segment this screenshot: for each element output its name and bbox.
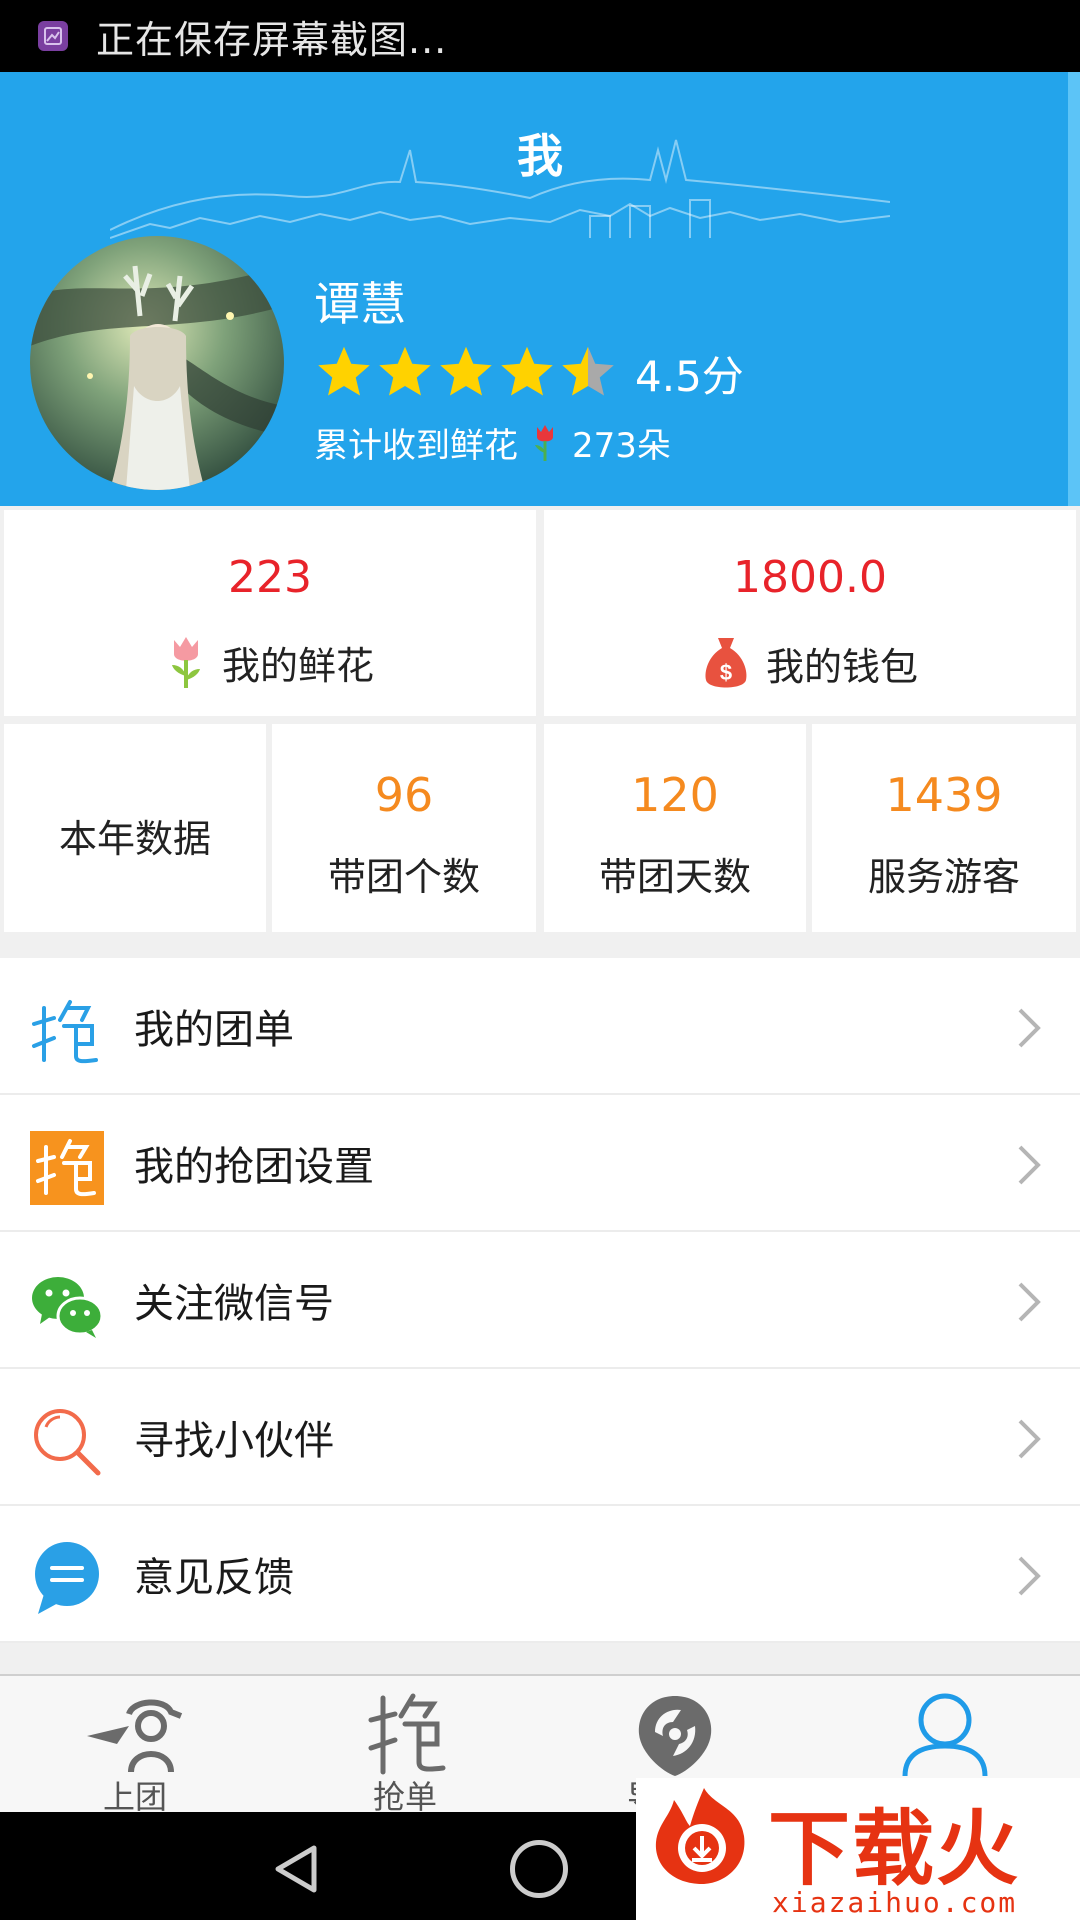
screenshot-icon <box>38 21 68 51</box>
year-data-cell: 本年数据 <box>4 724 266 932</box>
circle-icon <box>638 1696 712 1776</box>
menu-item-follow-wechat[interactable]: 关注微信号 <box>0 1232 1080 1369</box>
my-flowers-card[interactable]: 223 我的鲜花 <box>4 510 536 716</box>
my-flowers-label-row: 我的鲜花 <box>4 634 536 690</box>
menu-item-my-orders[interactable]: 我的团单 <box>0 958 1080 1095</box>
grab-icon <box>30 994 104 1068</box>
rating-score: 4.5分 <box>635 351 744 401</box>
watermark-brand: 下载火 <box>768 1802 1021 1897</box>
star-icon <box>379 346 431 396</box>
tulip-icon <box>535 424 553 461</box>
half-star-icon <box>562 346 614 396</box>
back-icon[interactable] <box>270 1842 324 1896</box>
chevron-right-icon <box>1018 1419 1041 1459</box>
star-icon <box>440 346 492 396</box>
nav-tab-shangtuan[interactable]: 上团 <box>0 1676 270 1816</box>
stat-tourists-served[interactable]: 1439 服务游客 <box>812 724 1076 932</box>
menu-label: 我的团单 <box>134 1006 294 1053</box>
flowers-received-count: 273朵 <box>572 426 671 466</box>
my-wallet-label: 我的钱包 <box>765 644 918 689</box>
menu-item-find-partners[interactable]: 寻找小伙伴 <box>0 1369 1080 1506</box>
status-text: 正在保存屏幕截图... <box>96 17 448 62</box>
stat-value: 1439 <box>885 768 1003 822</box>
watermark-url: xiazaihuo.com <box>772 1886 1018 1919</box>
guide-icon <box>87 1699 183 1773</box>
wechat-icon <box>30 1268 104 1342</box>
flowers-received-label: 累计收到鲜花 <box>314 426 518 466</box>
tulip-icon <box>171 637 200 688</box>
my-flowers-value: 223 <box>228 552 312 603</box>
svg-text:$: $ <box>720 660 732 685</box>
grab-icon <box>368 1693 446 1775</box>
my-flowers-label: 我的鲜花 <box>221 643 374 688</box>
watermark: 下载火 xiazaihuo.com <box>636 1778 1080 1920</box>
flowers-received: 累计收到鲜花 273朵 <box>314 418 671 467</box>
stat-tours-count[interactable]: 96 带团个数 <box>272 724 536 932</box>
stat-label: 带团个数 <box>327 855 480 899</box>
stat-value: 120 <box>631 768 719 822</box>
stat-label: 带团天数 <box>598 855 751 899</box>
fire-logo-icon <box>655 1788 745 1884</box>
stat-label: 服务游客 <box>867 855 1020 899</box>
menu-list: 我的团单 我的抢团设置 关注微信号 寻找小伙伴 意见反馈 <box>0 958 1080 1643</box>
year-data-title: 本年数据 <box>58 817 211 861</box>
profile-header: 我 谭慧 4.5分 累计收到鲜花 273朵 <box>0 72 1080 506</box>
my-wallet-label-row: $ 我的钱包 <box>544 634 1076 692</box>
status-bar: 正在保存屏幕截图... <box>0 0 1080 72</box>
stat-value: 96 <box>374 768 434 822</box>
chevron-right-icon <box>1018 1282 1041 1322</box>
menu-item-grab-settings[interactable]: 我的抢团设置 <box>0 1095 1080 1232</box>
menu-label: 寻找小伙伴 <box>134 1417 334 1464</box>
menu-item-feedback[interactable]: 意见反馈 <box>0 1506 1080 1643</box>
grab-settings-icon <box>30 1131 104 1205</box>
username: 谭慧 <box>314 277 406 331</box>
money-bag-icon: $ <box>705 638 747 688</box>
my-wallet-value: 1800.0 <box>733 552 887 603</box>
star-icon <box>318 346 370 396</box>
chevron-right-icon <box>1018 1556 1041 1596</box>
search-icon <box>30 1405 104 1479</box>
menu-label: 关注微信号 <box>134 1280 334 1327</box>
page-title: 我 <box>517 129 563 183</box>
my-wallet-card[interactable]: 1800.0 $ 我的钱包 <box>544 510 1076 716</box>
chevron-right-icon <box>1018 1008 1041 1048</box>
stat-tour-days[interactable]: 120 带团天数 <box>544 724 806 932</box>
feedback-icon <box>30 1542 104 1616</box>
star-icon <box>501 346 553 396</box>
chevron-right-icon <box>1018 1145 1041 1185</box>
nav-tab-grab-orders[interactable]: 抢单 <box>270 1676 540 1816</box>
home-icon[interactable] <box>510 1840 568 1898</box>
person-icon <box>902 1693 988 1776</box>
avatar[interactable] <box>30 236 284 490</box>
menu-label: 我的抢团设置 <box>134 1143 374 1190</box>
menu-label: 意见反馈 <box>134 1554 294 1601</box>
rating: 4.5分 <box>314 340 744 406</box>
